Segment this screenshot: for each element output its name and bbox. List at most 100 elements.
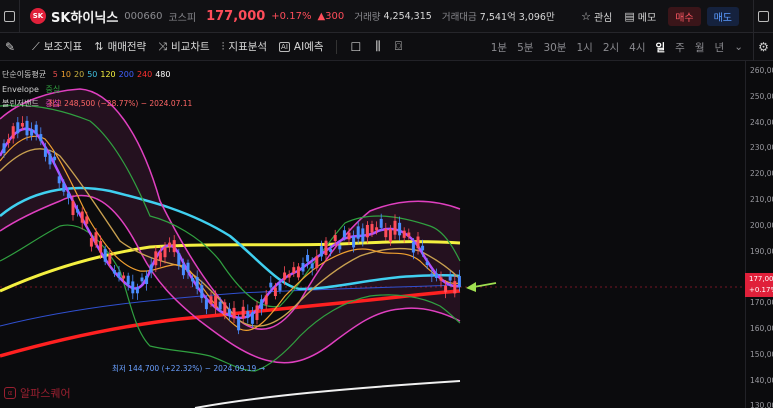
candle-body: [145, 275, 149, 285]
settings-button[interactable]: ⚙: [753, 33, 773, 61]
candle-body: [315, 256, 319, 269]
price-axis-tick: 260,000: [750, 66, 773, 75]
price-axis-tick: 220,000: [750, 169, 773, 179]
price-axis-tick: 160,000: [750, 324, 773, 333]
memo-icon: ▤: [624, 10, 635, 23]
stock-market: 코스피: [168, 12, 197, 24]
candle-body: [430, 273, 434, 277]
candle-body: [439, 277, 443, 281]
candle-body: [43, 148, 47, 157]
ai-icon: AI: [279, 41, 290, 52]
square-icon[interactable]: ☐: [351, 40, 362, 54]
buy-button[interactable]: 매수: [668, 7, 701, 26]
envelope-legend-value: 중심: [45, 85, 61, 94]
price-axis[interactable]: 260,000 250,000 240,000 230,000 220,000 210,0…: [745, 61, 773, 408]
candle-body: [287, 273, 291, 278]
price-axis-tick: 200,000: [750, 220, 773, 230]
period-5min[interactable]: 5분: [517, 40, 533, 55]
candle-body: [260, 299, 264, 310]
candle-body: [163, 247, 167, 258]
price-axis-tick: 250,000: [750, 91, 773, 101]
candle-body: [168, 242, 172, 247]
alphasquare-logo-icon: α: [4, 387, 16, 399]
period-2h[interactable]: 2시: [603, 40, 619, 55]
period-1min[interactable]: 1분: [491, 40, 507, 55]
candle-body: [48, 153, 52, 165]
candlestick-icon[interactable]: ⫼: [375, 39, 381, 54]
candle-body: [283, 272, 287, 280]
candle-body: [407, 232, 411, 237]
candle-body: [16, 122, 20, 134]
period-week[interactable]: 주: [675, 40, 685, 55]
period-1h[interactable]: 1시: [576, 40, 592, 55]
watch-button[interactable]: ☆ 관심: [581, 9, 612, 24]
candle-body: [333, 235, 337, 242]
compare-button[interactable]: ⤨ 비교차트: [158, 39, 209, 54]
sell-button[interactable]: 매도: [706, 7, 739, 26]
chevron-down-icon[interactable]: ⌄: [734, 41, 743, 53]
period-4h[interactable]: 4시: [629, 40, 645, 55]
candle-body: [25, 120, 29, 136]
period-selector: 1분 5분 30분 1시 2시 4시 일 주 월 년 ⌄: [481, 33, 743, 61]
price-axis-tick: 140,000: [750, 375, 773, 385]
line-chart-icon: ⟋: [32, 39, 40, 53]
pen-icon: ✎: [4, 39, 16, 54]
draw-tool-button[interactable]: ✎: [0, 40, 20, 54]
candle-body: [338, 245, 342, 250]
candle-body: [273, 287, 277, 297]
ma480-line: [194, 380, 461, 408]
candle-body: [181, 264, 185, 276]
candle-body: [232, 307, 236, 319]
period-30min[interactable]: 30분: [543, 40, 566, 55]
candle-body: [402, 230, 406, 238]
stock-name[interactable]: SK하이닉스: [51, 7, 118, 26]
candle-body: [172, 240, 176, 253]
candle-body: [66, 193, 70, 198]
indicator-button[interactable]: ⟋ 보조지표: [32, 39, 82, 54]
candle-body: [453, 281, 457, 294]
candle-body: [103, 248, 107, 262]
ma-legend[interactable]: 단순이동평균 5 10 20 50 120 200 240 480: [2, 69, 174, 80]
volume-value: 4,254,315: [383, 10, 432, 22]
candle-body: [135, 287, 139, 294]
price-axis-tick: 150,000: [750, 349, 773, 359]
ma-legend-period: 240: [136, 70, 153, 79]
price-axis-tick: 230,000: [750, 143, 773, 153]
sidebar-toggle-button[interactable]: [0, 0, 20, 33]
candle-body: [140, 277, 144, 282]
memo-button[interactable]: ▤ 메모: [624, 9, 656, 24]
low-annotation: 최저 144,700 (+22.32%) − 2024.09.19 →: [112, 364, 265, 373]
price-chart[interactable]: [0, 61, 745, 408]
ma-legend-period: 20: [74, 70, 85, 79]
candle-body: [241, 306, 245, 319]
strategy-icon: ⇅: [94, 40, 104, 53]
candle-body: [158, 252, 162, 261]
period-month[interactable]: 월: [695, 40, 705, 55]
envelope-legend[interactable]: Envelope 중심: [2, 84, 60, 95]
candle-body: [195, 277, 199, 289]
candle-body: [112, 269, 116, 274]
candle-body: [365, 224, 369, 238]
candle-body: [126, 275, 130, 285]
candle-body: [11, 126, 15, 139]
period-day[interactable]: 일: [656, 40, 666, 55]
ma-legend-name: 단순이동평균: [2, 70, 47, 79]
camera-icon[interactable]: ⌼: [395, 39, 402, 54]
analysis-button[interactable]: ⫶ 지표분석: [222, 39, 267, 54]
strategy-button[interactable]: ⇅ 매매전략: [94, 39, 146, 54]
period-year[interactable]: 년: [715, 40, 725, 55]
candle-body: [388, 229, 392, 242]
candle-body: [94, 232, 98, 245]
candle-body: [30, 129, 34, 136]
candle-body: [177, 253, 181, 265]
candle-body: [448, 275, 452, 281]
candle-body: [80, 211, 84, 223]
ma-legend-period: 120: [100, 70, 116, 79]
candle-body: [108, 254, 112, 264]
price-axis-tick: 130,000: [750, 401, 773, 408]
chart-canvas[interactable]: [0, 61, 745, 408]
ai-predict-button[interactable]: AI AI예측: [279, 39, 324, 54]
right-panel-toggle-button[interactable]: [753, 0, 773, 33]
candle-body: [398, 222, 402, 236]
amount-value: 7,541억 3,096만: [479, 12, 555, 23]
